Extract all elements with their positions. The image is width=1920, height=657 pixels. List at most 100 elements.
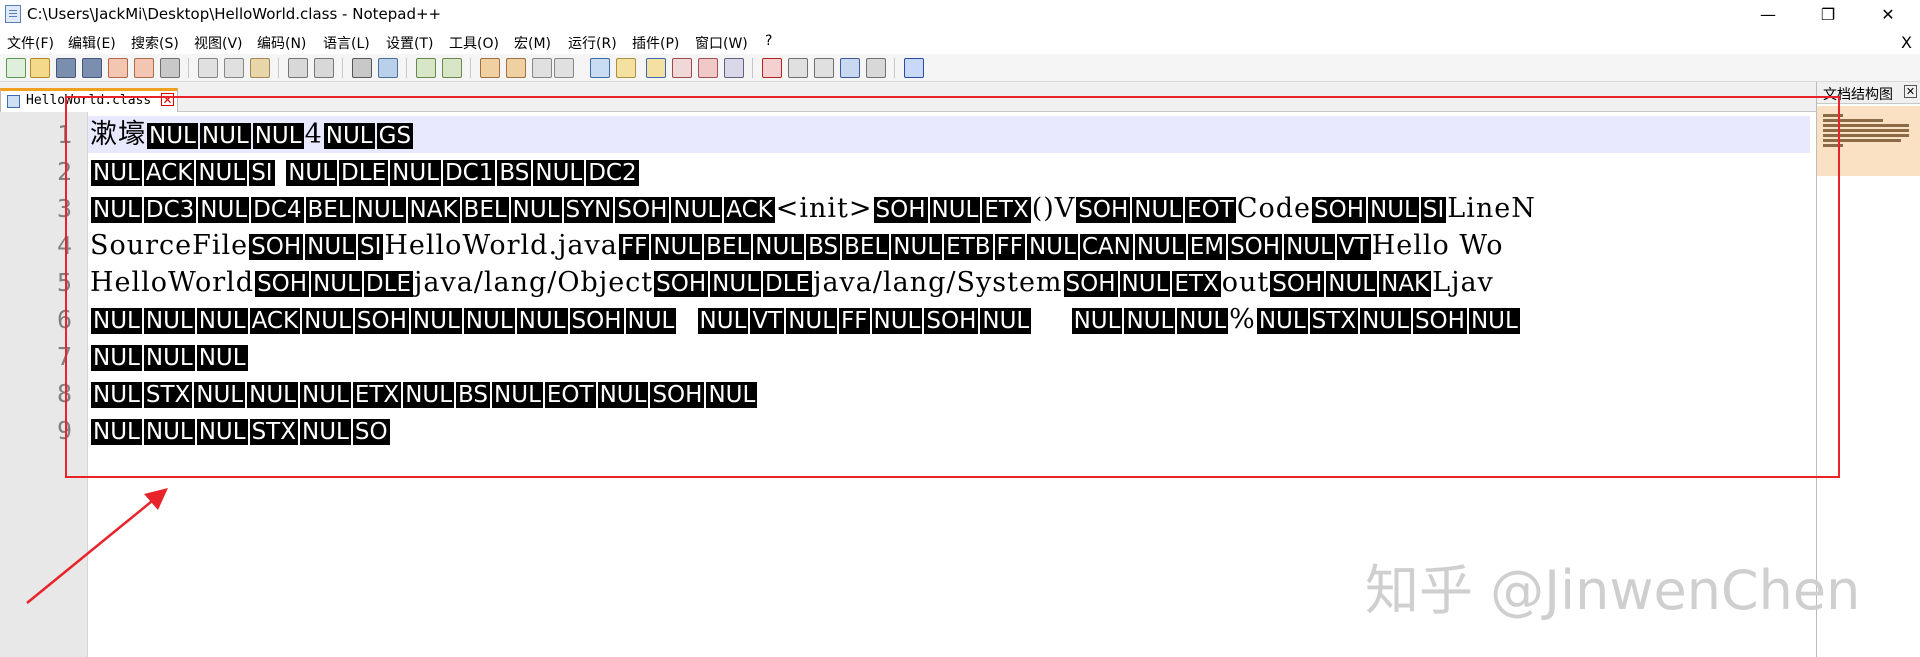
cut-icon[interactable] <box>198 58 218 78</box>
play-macro-icon[interactable] <box>814 58 834 78</box>
menu-edit[interactable]: 编辑(E) <box>68 33 116 53</box>
menu-view[interactable]: 视图(V) <box>194 33 243 53</box>
run-macro-multiple-icon[interactable] <box>840 58 860 78</box>
tab-helloworld-class[interactable]: HelloWorld.class ✕ <box>0 88 178 112</box>
control-char-token: NUL <box>196 345 248 371</box>
control-char-token: NUL <box>1119 271 1171 297</box>
function-list-icon[interactable] <box>672 58 692 78</box>
redo-icon[interactable] <box>314 58 334 78</box>
control-char-token: NUL <box>625 308 677 334</box>
control-char-token: NUL <box>390 160 441 186</box>
new-file-icon[interactable] <box>6 58 26 78</box>
find-icon[interactable] <box>352 58 372 78</box>
paste-icon[interactable] <box>250 58 270 78</box>
maximize-button[interactable]: ❐ <box>1805 2 1851 28</box>
code-line[interactable]: NUL ACK NUL SI NUL DLE NUL DC1 BS NUL DC2 <box>90 153 640 190</box>
code-line[interactable]: NUL STX NUL NUL NUL ETX NUL BS NUL EOT NUL SOH NUL <box>90 375 758 412</box>
monitoring-icon[interactable] <box>724 58 744 78</box>
control-char-token: STX <box>249 419 298 445</box>
save-all-icon[interactable] <box>82 58 102 78</box>
language-icon[interactable] <box>616 58 636 78</box>
replace-icon[interactable] <box>378 58 398 78</box>
control-char-token: SOH <box>1076 197 1131 223</box>
tab-label: HelloWorld.class <box>26 93 152 108</box>
control-char-token: EOT <box>544 382 596 408</box>
control-char-token: NUL <box>196 419 248 445</box>
control-char-token: NUL <box>302 308 353 334</box>
text-token: java/lang/Object <box>413 267 654 298</box>
control-char-token: SI <box>1420 197 1447 223</box>
undo-icon[interactable] <box>288 58 308 78</box>
text-token: LineN <box>1447 193 1536 224</box>
control-char-token: EM <box>1187 234 1227 260</box>
code-line[interactable]: SourceFile SOH NUL SI HelloWorld.java FF NUL BE… <box>90 227 1504 264</box>
control-char-token: NUL <box>891 234 943 260</box>
menu-language[interactable]: 语言(L) <box>323 33 370 53</box>
stop-macro-icon[interactable] <box>788 58 808 78</box>
minimize-button[interactable]: — <box>1745 2 1791 28</box>
word-wrap-icon[interactable] <box>532 58 552 78</box>
control-char-token: NUL <box>510 197 562 223</box>
menu-settings[interactable]: 设置(T) <box>386 33 433 53</box>
control-char-token: SOH <box>654 271 709 297</box>
control-char-token: NUL <box>492 382 543 408</box>
menu-macro[interactable]: 宏(M) <box>514 33 551 53</box>
code-line[interactable]: 漱壕 NUL NUL NUL 4 NUL GS <box>90 116 414 153</box>
line-number: 2 <box>56 157 72 186</box>
close-file-icon[interactable] <box>108 58 128 78</box>
sync-vertical-icon[interactable] <box>480 58 500 78</box>
close-all-icon[interactable] <box>134 58 154 78</box>
menu-file[interactable]: 文件(F) <box>7 33 54 53</box>
menu-plugins[interactable]: 插件(P) <box>632 33 679 53</box>
control-char-token: ACK <box>724 197 775 223</box>
control-char-token: SYN <box>563 197 614 223</box>
control-char-token: VT <box>750 308 785 334</box>
save-icon[interactable] <box>56 58 76 78</box>
menu-run[interactable]: 运行(R) <box>568 33 617 53</box>
control-char-token: DC3 <box>143 197 197 223</box>
close-button[interactable]: ✕ <box>1865 2 1911 28</box>
close-document-button[interactable]: X <box>1901 33 1912 52</box>
text-token: Ljav <box>1432 267 1494 298</box>
folder-as-workspace-icon[interactable] <box>698 58 718 78</box>
sync-horizontal-icon[interactable] <box>506 58 526 78</box>
document-map-viewport[interactable] <box>1817 106 1920 176</box>
menu-help[interactable]: ? <box>765 33 772 49</box>
menu-tools[interactable]: 工具(O) <box>449 33 499 53</box>
indent-guide-icon[interactable] <box>590 58 610 78</box>
spell-check-icon[interactable] <box>904 58 924 78</box>
zoom-in-icon[interactable] <box>416 58 436 78</box>
line-number: 8 <box>56 379 72 408</box>
control-char-token: NUL <box>354 197 406 223</box>
text-token: java/lang/System <box>813 267 1063 298</box>
control-char-token: ACK <box>143 160 195 186</box>
code-line[interactable]: HelloWorld SOH NUL DLE java/lang/Object SOH NU… <box>90 264 1494 301</box>
tab-close-icon[interactable]: ✕ <box>161 93 174 106</box>
save-macro-icon[interactable] <box>866 58 886 78</box>
control-char-token: NUL <box>533 160 585 186</box>
code-line[interactable]: NUL NUL NUL STX NUL SO <box>90 412 391 449</box>
menu-search[interactable]: 搜索(S) <box>131 33 179 53</box>
copy-icon[interactable] <box>224 58 244 78</box>
doc-map-icon[interactable] <box>646 58 666 78</box>
control-char-token: BS <box>806 234 841 260</box>
code-line[interactable]: NUL NUL NUL ACK NUL SOH NUL NUL NUL SOH NUL NUL VT N… <box>90 301 1521 338</box>
control-char-token: NUL <box>143 308 195 334</box>
control-char-token: NUL <box>91 308 142 334</box>
text-token: ()V <box>1031 193 1076 224</box>
print-icon[interactable] <box>160 58 180 78</box>
menu-window[interactable]: 窗口(W) <box>695 33 748 53</box>
line-number: 4 <box>56 231 72 260</box>
control-char-token: SOH <box>1412 308 1467 334</box>
text-token: SourceFile <box>90 230 249 261</box>
menu-encoding[interactable]: 编码(N) <box>257 33 306 53</box>
record-macro-icon[interactable] <box>762 58 782 78</box>
document-map-close-icon[interactable]: ✕ <box>1904 85 1917 98</box>
code-line[interactable]: NUL NUL NUL <box>90 338 249 375</box>
open-file-icon[interactable] <box>30 58 50 78</box>
show-all-chars-icon[interactable] <box>554 58 574 78</box>
code-line[interactable]: NUL DC3 NUL DC4 BEL NUL NAK BEL NUL SYN SOH NUL ACK <… <box>90 190 1536 227</box>
text-token: HelloWorld.java <box>384 230 618 261</box>
zoom-out-icon[interactable] <box>442 58 462 78</box>
